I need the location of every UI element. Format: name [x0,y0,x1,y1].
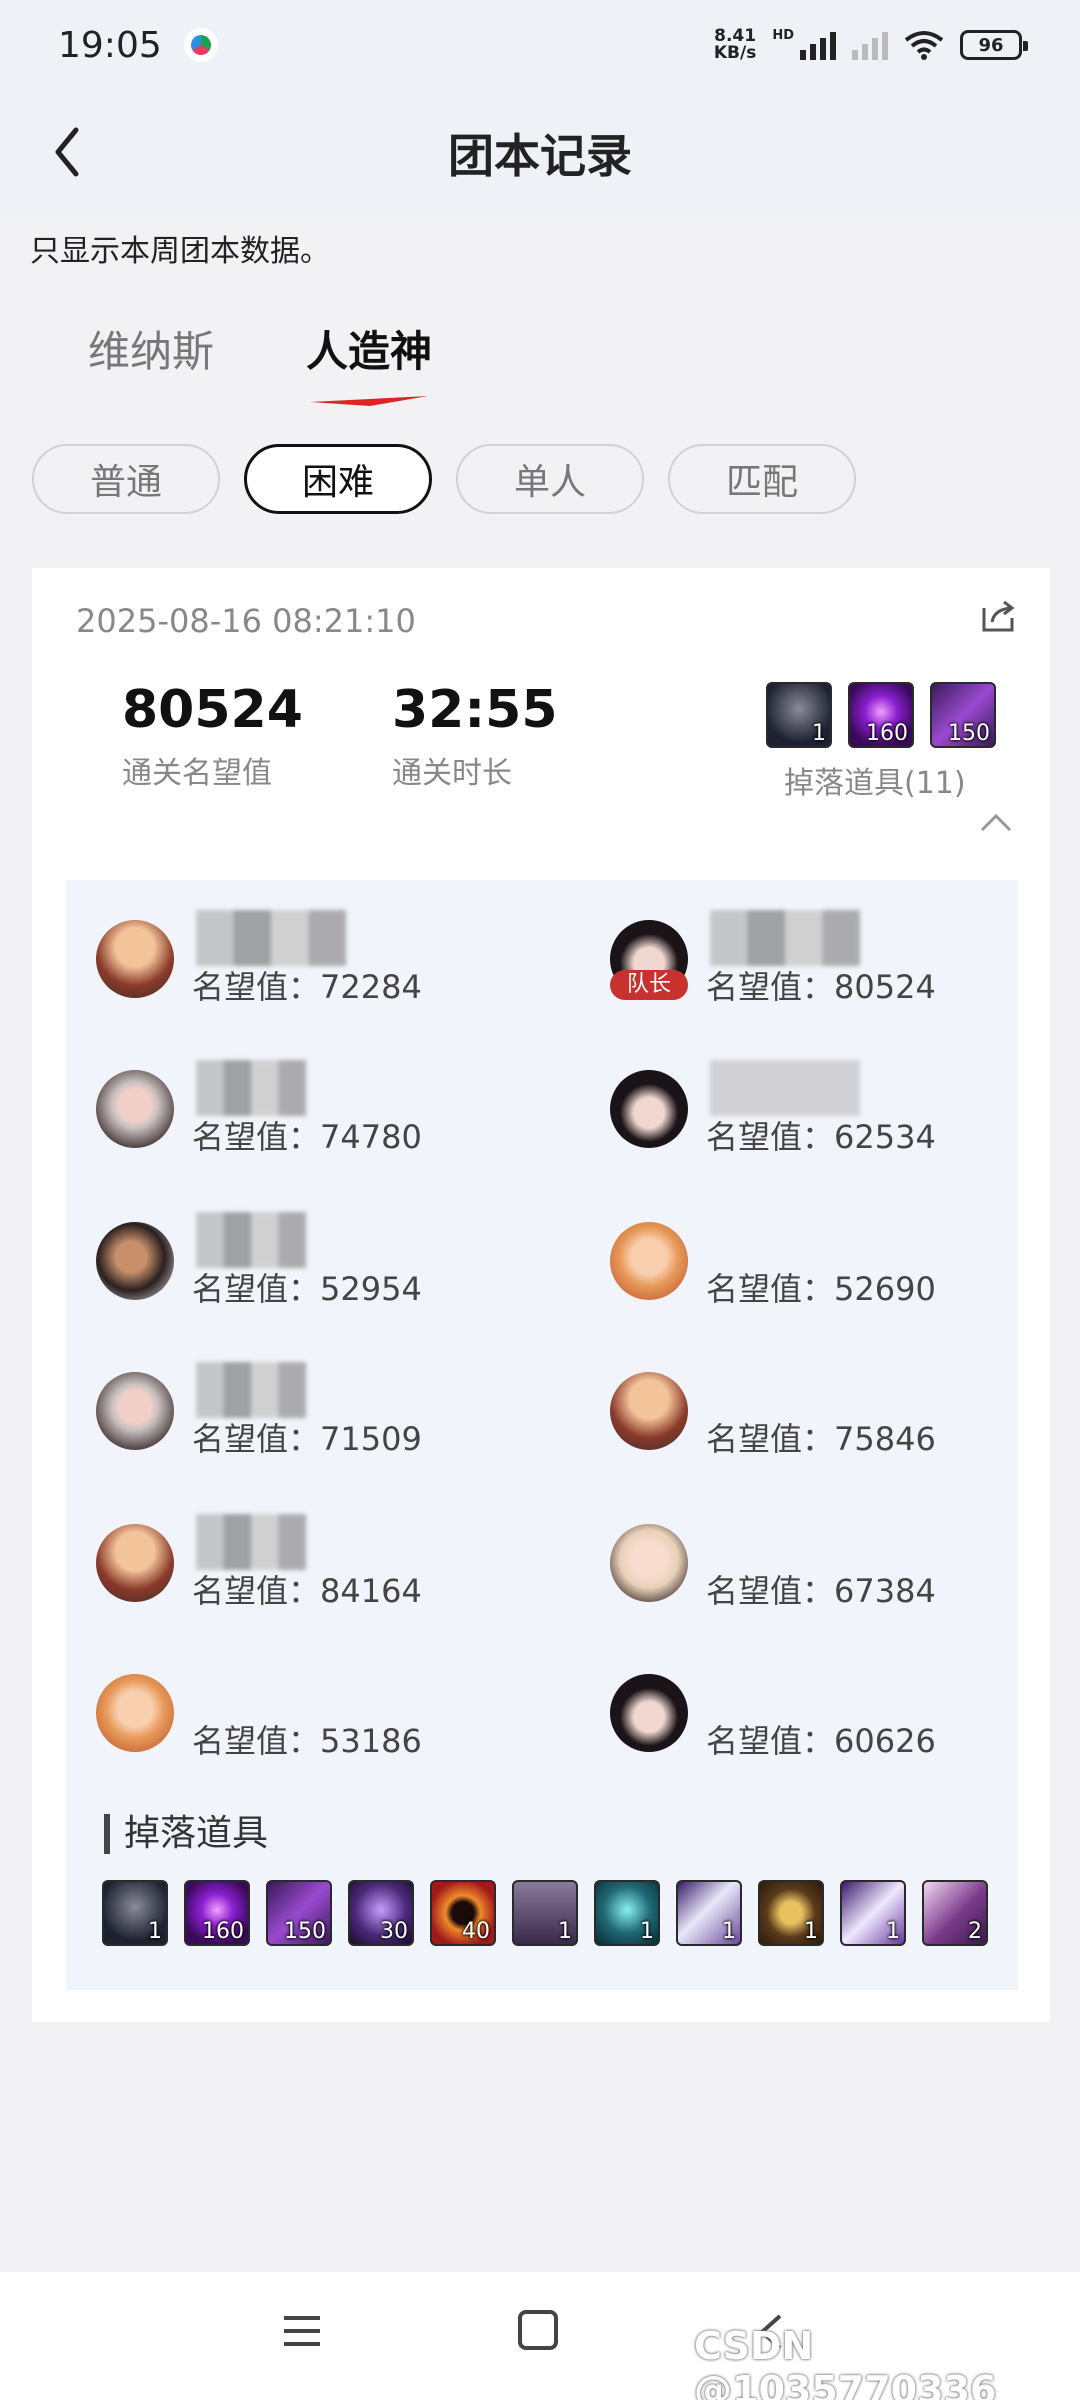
signal-icon [800,30,836,60]
dark-fighter-avatar [96,1222,174,1300]
member-row[interactable]: 名望值：52690 [610,1212,1030,1312]
signal-secondary-icon [852,30,888,60]
share-icon[interactable] [980,598,1016,634]
white-boot-item-icon[interactable]: 1 [840,1880,906,1946]
member-fame: 名望值：72284 [192,968,422,1006]
page-title: 团本记录 [448,129,632,183]
tab-label: 人造神 [306,327,433,376]
drops-section-title: 掉落道具 [104,1814,268,1854]
cyan-gem-item-icon[interactable]: 1 [594,1880,660,1946]
member-fame: 名望值：84164 [192,1572,422,1610]
member-row[interactable]: 名望值：52954 [96,1212,516,1312]
duration-label: 通关时长 [392,756,512,791]
filter-matchmaking[interactable]: 匹配 [668,444,856,514]
hd-indicator: HD [772,28,794,43]
dark-cloak-item-icon[interactable]: 1 [766,682,832,748]
scroll-item-icon[interactable]: 2 [922,1880,988,1946]
member-fame: 名望值：52690 [706,1270,936,1308]
member-row[interactable]: 名望值：71509 [96,1362,516,1462]
blonde-gunner-avatar [96,1674,174,1752]
gold-chest-item-icon[interactable]: 1 [758,1880,824,1946]
dungeon-tabs: 维纳斯 人造神 [88,318,433,406]
member-row[interactable]: 名望值：67384 [610,1514,1030,1614]
member-row[interactable]: 名望值：75846 [610,1362,1030,1462]
flame-ring-item-icon[interactable]: 40 [430,1880,496,1946]
wifi-icon [904,31,944,60]
member-fame: 名望值：71509 [192,1420,422,1458]
violet-sphere-item-icon[interactable]: 30 [348,1880,414,1946]
silver-hair-female-avatar [96,1372,174,1450]
team-members-panel: 名望值：72284 名望值：74780 名望值：52954 名望值：71509 … [66,880,1018,1990]
app-notification-icon [183,28,218,62]
redacted-name [196,1060,306,1116]
redacted-name [196,1514,306,1570]
purple-orb-item-icon[interactable]: 160 [184,1880,250,1946]
blonde-gunner-avatar [610,1222,688,1300]
goggles-gunner-avatar [96,920,174,998]
goggles-gunner-avatar [96,1524,174,1602]
purple-crystal-item-icon[interactable]: 150 [266,1880,332,1946]
purple-crystal-item-icon[interactable]: 150 [930,682,996,748]
member-fame: 名望值：74780 [192,1118,422,1156]
member-fame: 名望值：60626 [706,1722,936,1760]
member-row[interactable]: 名望值：72284 [96,910,516,1010]
redacted-name [710,910,860,966]
member-fame: 名望值：52954 [192,1270,422,1308]
filter-normal[interactable]: 普通 [32,444,220,514]
redacted-name [196,1362,306,1418]
clock: 19:05 [58,24,162,66]
app-header: 团本记录 [0,90,1080,220]
tab-label: 维纳斯 [88,327,215,376]
network-speed: 8.41 KB/s [713,26,757,63]
filter-hard[interactable]: 困难 [244,444,432,514]
watermark: CSDN @1035770336 [694,2324,997,2400]
member-row[interactable]: 名望值：60626 [610,1664,1030,1764]
duration-value: 32:55 [392,680,558,740]
silver-hair-female-avatar [96,1070,174,1148]
member-row[interactable]: 名望值：53186 [96,1664,516,1764]
chevron-up-icon[interactable] [978,810,1014,834]
duration-stat: 32:55 通关时长 [392,680,558,792]
battery-icon: 96 [960,30,1028,60]
fame-value: 80524 [122,680,303,740]
active-tab-indicator [310,396,429,406]
filter-solo[interactable]: 单人 [456,444,644,514]
goggles-gunner-avatar [610,1372,688,1450]
grey-box-item-icon[interactable]: 1 [512,1880,578,1946]
tab-venus[interactable]: 维纳斯 [88,318,214,379]
member-fame: 名望值：80524 [706,968,936,1006]
drops-summary-label: 掉落道具(11) [784,766,966,801]
notice-text: 只显示本周团本数据。 [30,234,330,269]
top-drops: 1 160 150 [766,682,996,748]
difficulty-filters: 普通 困难 单人 匹配 [32,444,856,514]
white-feather-item-icon[interactable]: 1 [676,1880,742,1946]
member-row[interactable]: 名望值：74780 [96,1060,516,1160]
menu-icon[interactable] [282,2312,322,2350]
drops-list: 1 160 150 30 40 1 1 1 1 1 2 [102,1880,988,1946]
record-timestamp: 2025-08-16 08:21:10 [76,602,416,640]
member-fame: 名望值：53186 [192,1722,422,1760]
white-hair-male-avatar [610,1524,688,1602]
redacted-name [196,910,346,966]
purple-orb-item-icon[interactable]: 160 [848,682,914,748]
redacted-name [710,1060,860,1116]
dark-cloak-item-icon[interactable]: 1 [102,1880,168,1946]
status-bar: 19:05 8.41 KB/s HD 96 [0,0,1080,90]
redacted-name [196,1212,306,1268]
battery-level: 96 [978,34,1004,56]
leader-badge: 队长 [610,970,688,1000]
member-fame: 名望值：75846 [706,1420,936,1458]
fame-stat: 80524 通关名望值 [122,680,303,792]
tab-artificial-god[interactable]: 人造神 [306,318,433,406]
member-row[interactable]: 名望值：84164 [96,1514,516,1614]
member-fame: 名望值：67384 [706,1572,936,1610]
member-row[interactable]: 队长 名望值：80524 [610,910,1030,1010]
dark-hair-female-avatar [610,1674,688,1752]
home-icon[interactable] [518,2310,558,2350]
dark-hair-female-avatar [610,1070,688,1148]
member-fame: 名望值：62534 [706,1118,936,1156]
fame-label: 通关名望值 [122,756,272,791]
member-row[interactable]: 名望值：62534 [610,1060,1030,1160]
raid-record-card: 2025-08-16 08:21:10 80524 通关名望值 32:55 通关… [32,568,1050,2022]
